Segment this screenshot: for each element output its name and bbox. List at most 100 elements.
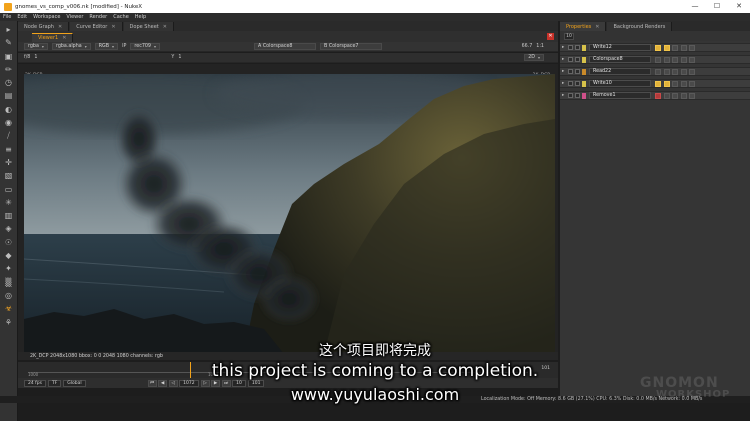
toolsets-icon[interactable]: ◆ [4,251,14,261]
maximize-button[interactable]: ☐ [706,0,728,13]
float-icon[interactable] [568,57,573,62]
node-row-remove1[interactable]: ▸ Remove1 [560,91,750,100]
alpha-dropdown[interactable]: rgba.alpha ▾ [51,43,91,50]
float-icon[interactable] [568,81,573,86]
revert-icon[interactable] [672,44,678,51]
tab-background-renders[interactable]: Background Renders [607,22,673,31]
revert-icon[interactable] [672,56,678,63]
close-panel-icon[interactable] [689,56,695,63]
metadata-icon[interactable]: ☉ [4,238,14,248]
tab-viewer1[interactable]: Viewer1 ✕ [32,33,74,42]
zoom-field[interactable]: 66.7 [522,44,533,49]
revert-icon[interactable] [672,80,678,87]
view-mode-dropdown[interactable]: 2D ▾ [524,54,544,61]
menu-workspace[interactable]: Workspace [33,14,60,20]
transform-icon[interactable]: ✛ [4,158,14,168]
center-icon[interactable] [655,80,661,87]
viewer-icon[interactable]: ▭ [4,185,14,195]
filter-icon[interactable]: ◉ [4,118,14,128]
tab-node-graph[interactable]: Node Graph ✕ [18,22,70,31]
center-icon[interactable] [655,68,661,75]
float-icon[interactable] [568,93,573,98]
merge-icon[interactable]: ≡ [4,145,14,155]
display-channels-dropdown[interactable]: RGB ▾ [94,43,119,50]
node-color-icon[interactable] [575,45,580,50]
center-icon[interactable] [655,44,661,51]
other-icon[interactable]: ✦ [4,264,14,274]
center-icon[interactable] [655,56,661,63]
close-viewer-button[interactable]: ✕ [547,33,554,40]
close-panel-icon[interactable] [689,92,695,99]
revert-icon[interactable] [672,92,678,99]
help-icon[interactable] [680,44,687,51]
node-row-read22[interactable]: ▸ Read22 [560,67,750,76]
menu-file[interactable]: File [3,14,11,20]
node-row-write10[interactable]: ▸ Write10 [560,79,750,88]
deep-icon[interactable]: ▥ [4,211,14,221]
close-icon[interactable]: ✕ [163,24,167,30]
node-name-field[interactable]: Remove1 [589,92,651,99]
menu-help[interactable]: Help [135,14,146,20]
color-icon[interactable]: ◐ [4,105,14,115]
help-icon[interactable] [680,92,687,99]
menu-render[interactable]: Render [89,14,107,20]
tab-properties[interactable]: Properties ✕ [560,22,607,31]
node-color-icon[interactable] [575,93,580,98]
input-icon[interactable] [663,80,670,87]
help-icon[interactable] [680,68,687,75]
channel-icon[interactable]: ▤ [4,91,14,101]
max-panels-field[interactable]: 10 [564,32,574,40]
gamma-field[interactable]: 1 [178,55,181,60]
input-b-dropdown[interactable]: B Colorspace7 [320,43,383,50]
input-a-dropdown[interactable]: A Colorspace8 [254,43,317,50]
float-icon[interactable] [568,45,573,50]
draw-icon[interactable]: ✏ [4,65,14,75]
input-icon[interactable] [663,68,670,75]
node-name-field[interactable]: Read22 [589,68,651,75]
air-icon[interactable]: ⚘ [4,318,14,328]
time-icon[interactable]: ◷ [4,78,14,88]
node-color-icon[interactable] [575,69,580,74]
ip-toggle[interactable]: IP [122,44,126,49]
input-icon[interactable] [663,92,670,99]
tab-dope-sheet[interactable]: Dope Sheet ✕ [123,22,174,31]
viewer-viewport[interactable]: 2K_DCP 2K_DCP [18,64,558,360]
input-icon[interactable] [663,56,670,63]
view-transform-dropdown[interactable]: rec709 ▾ [130,43,161,50]
proxy-ratio[interactable]: 1:1 [536,44,544,49]
help-icon[interactable] [680,56,687,63]
menu-viewer[interactable]: Viewer [66,14,83,20]
float-icon[interactable] [568,69,573,74]
furnace-icon[interactable]: ▒ [4,278,14,288]
close-panel-icon[interactable] [689,80,695,87]
center-icon[interactable] [655,92,661,99]
node-name-field[interactable]: Colorspace8 [589,56,651,63]
keyer-icon[interactable]: ⧸ [4,131,14,141]
close-panel-icon[interactable] [689,44,695,51]
node-row-write12[interactable]: ▸ Write12 [560,43,750,52]
node-name-field[interactable]: Write10 [589,80,651,87]
menu-cache[interactable]: Cache [113,14,129,20]
input-icon[interactable] [663,44,670,51]
minimize-button[interactable]: — [684,0,706,13]
channels-dropdown[interactable]: rgba ▾ [24,43,48,50]
menu-edit[interactable]: Edit [17,14,27,20]
close-icon[interactable]: ✕ [595,24,599,30]
tab-curve-editor[interactable]: Curve Editor ✕ [70,22,123,31]
pen-icon[interactable]: ✎ [4,38,14,48]
nuke-icon[interactable]: ☣ [4,304,14,314]
3d-icon[interactable]: ▧ [4,171,14,181]
particles-icon[interactable]: ✳ [4,198,14,208]
close-panel-icon[interactable] [689,68,695,75]
close-icon[interactable]: ✕ [62,35,66,41]
views-icon[interactable]: ◈ [4,224,14,234]
help-icon[interactable] [680,80,687,87]
close-icon[interactable]: ✕ [111,24,115,30]
node-color-icon[interactable] [575,81,580,86]
gain-field[interactable]: 1 [34,55,37,60]
node-name-field[interactable]: Write12 [589,44,651,51]
cara-icon[interactable]: ◎ [4,291,14,301]
pointer-icon[interactable]: ▸ [4,25,14,35]
image-icon[interactable]: ▣ [4,52,14,62]
node-color-icon[interactable] [575,57,580,62]
